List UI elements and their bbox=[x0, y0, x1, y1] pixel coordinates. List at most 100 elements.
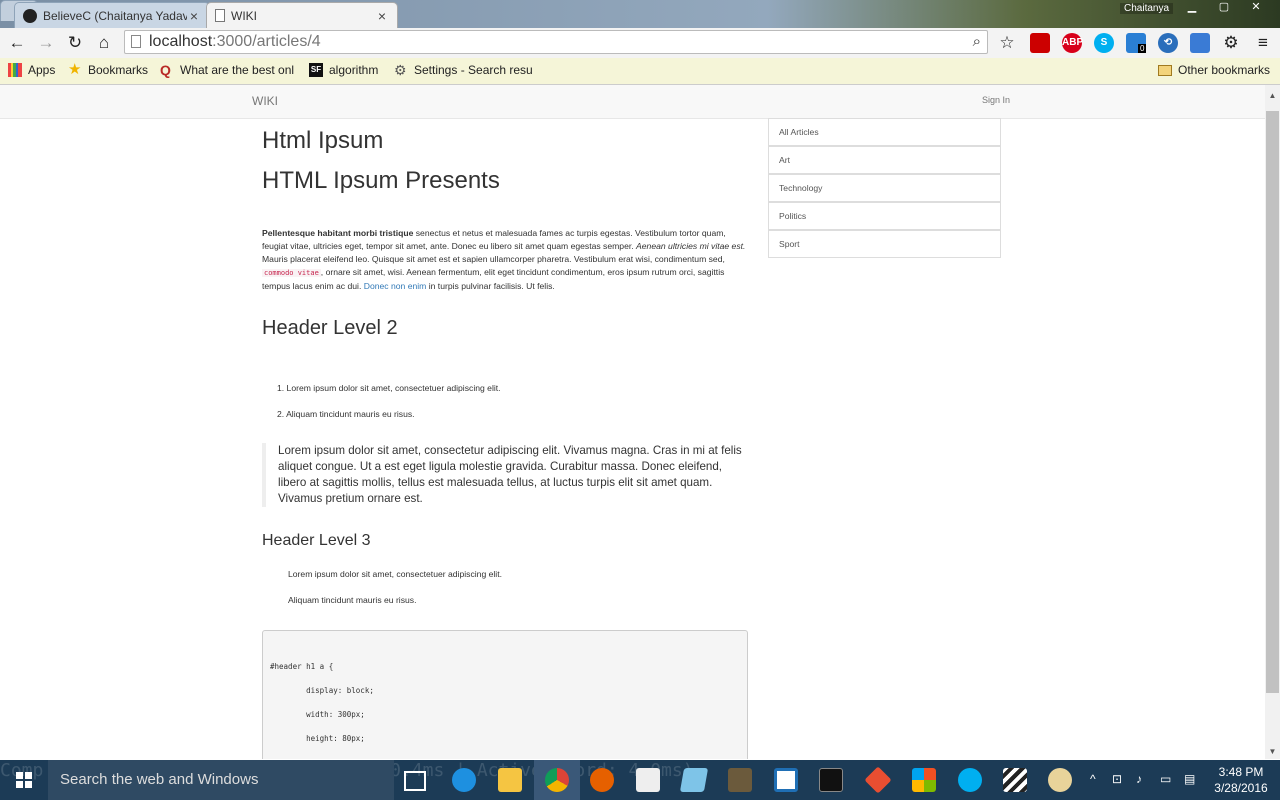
app-icon[interactable] bbox=[774, 768, 798, 792]
sidebar-item-all-articles[interactable]: All Articles bbox=[768, 118, 1001, 146]
video-icon[interactable] bbox=[1003, 768, 1027, 792]
menu-icon[interactable]: ≡ bbox=[1252, 32, 1274, 54]
bookmark-bookmarks[interactable]: ★ Bookmarks bbox=[68, 61, 149, 78]
text: in turpis pulvinar facilisis. Ut felis. bbox=[426, 281, 555, 291]
network-icon[interactable]: ⊡ bbox=[1112, 772, 1122, 786]
italic-text: Aenean ultricies mi vitae est. bbox=[636, 241, 746, 251]
clock-time: 3:48 PM bbox=[1218, 765, 1264, 779]
code-line: width: 300px; bbox=[270, 710, 365, 719]
tab-wiki[interactable]: WIKI × bbox=[206, 2, 398, 28]
other-bookmarks[interactable]: Other bookmarks bbox=[1158, 63, 1270, 77]
inline-link[interactable]: Donec non enim bbox=[364, 281, 427, 291]
extension-icon[interactable] bbox=[1030, 33, 1050, 53]
list-item: Aliquam tincidunt mauris eu risus. bbox=[288, 595, 417, 605]
windows-icon bbox=[16, 772, 32, 788]
folder-icon bbox=[1158, 64, 1172, 76]
address-bar[interactable]: localhost:3000/articles/4 ⌕ bbox=[124, 30, 988, 54]
volume-icon[interactable]: ♪ bbox=[1136, 772, 1142, 786]
skype-icon[interactable] bbox=[958, 768, 982, 792]
tab-title: WIKI bbox=[231, 8, 257, 23]
header-level-3: Header Level 3 bbox=[262, 532, 371, 549]
site-brand-link[interactable]: WIKI bbox=[252, 94, 278, 108]
office-icon[interactable] bbox=[912, 768, 936, 792]
code-line: display: block; bbox=[270, 686, 374, 695]
sidebar-item-technology[interactable]: Technology bbox=[768, 174, 1001, 202]
bookmark-label: What are the best onl bbox=[180, 63, 295, 77]
github-icon bbox=[23, 8, 37, 23]
reload-icon[interactable]: ↻ bbox=[64, 32, 86, 54]
battery-icon[interactable]: ▭ bbox=[1160, 772, 1171, 786]
chevron-up-icon[interactable]: ^ bbox=[1090, 772, 1096, 786]
list-item: 1. Lorem ipsum dolor sit amet, consectet… bbox=[277, 383, 501, 393]
scrollbar-thumb[interactable] bbox=[1266, 111, 1279, 693]
star-icon: ★ bbox=[68, 61, 82, 78]
sign-in-link[interactable]: Sign In bbox=[982, 95, 1010, 105]
zoom-icon[interactable]: ⌕ bbox=[973, 31, 981, 53]
close-icon[interactable]: × bbox=[375, 8, 389, 24]
bookmark-quora[interactable]: Q What are the best onl bbox=[160, 63, 300, 77]
text: Mauris placerat eleifend leo. Quisque si… bbox=[262, 254, 725, 264]
scroll-up-icon[interactable]: ▲ bbox=[1265, 88, 1280, 103]
sidebar-item-politics[interactable]: Politics bbox=[768, 202, 1001, 230]
article-paragraph: Pellentesque habitant morbi tristique se… bbox=[262, 227, 748, 293]
app-icon[interactable] bbox=[679, 768, 709, 792]
blockquote: Lorem ipsum dolor sit amet, consectetur … bbox=[262, 443, 748, 507]
apps-icon bbox=[8, 63, 22, 77]
taskbar-clock[interactable]: 3:48 PM 3/28/2016 bbox=[1206, 764, 1276, 796]
tab-title: BelieveC (Chaitanya Yadav bbox=[43, 8, 187, 23]
bookmarks-bar: Apps ★ Bookmarks Q What are the best onl… bbox=[0, 58, 1280, 85]
sidebar-item-art[interactable]: Art bbox=[768, 146, 1001, 174]
history-icon[interactable]: ⟲ bbox=[1158, 33, 1178, 53]
clock-date: 3/28/2016 bbox=[1214, 781, 1268, 795]
bookmark-label: algorithm bbox=[329, 63, 379, 77]
maximize-icon[interactable]: ▢ bbox=[1212, 0, 1236, 13]
code-line: height: 80px; bbox=[270, 734, 365, 743]
edge-icon[interactable] bbox=[452, 768, 476, 792]
code-line: #header h1 a { bbox=[270, 662, 334, 671]
bookmark-label: Bookmarks bbox=[88, 63, 149, 77]
camera-icon[interactable] bbox=[636, 768, 660, 792]
inline-code: commodo vitae bbox=[262, 269, 321, 277]
adblock-icon[interactable]: ABP bbox=[1062, 33, 1083, 53]
star-icon[interactable]: ☆ bbox=[996, 32, 1018, 54]
skype-icon[interactable]: S bbox=[1094, 33, 1114, 53]
task-view-icon[interactable] bbox=[404, 771, 426, 791]
close-icon[interactable]: × bbox=[187, 8, 201, 24]
terminal-icon[interactable] bbox=[819, 768, 843, 792]
paint-icon[interactable] bbox=[1048, 768, 1072, 792]
notifications-icon[interactable]: ▤ bbox=[1184, 772, 1195, 786]
gear-icon[interactable]: ⚙ bbox=[1220, 32, 1242, 54]
profile-name[interactable]: Chaitanya bbox=[1120, 3, 1174, 14]
list-item: 2. Aliquam tincidunt mauris eu risus. bbox=[277, 409, 415, 419]
site-navbar: WIKI Sign In bbox=[0, 85, 1265, 119]
quora-icon: Q bbox=[160, 62, 171, 78]
bold-text: Pellentesque habitant morbi tristique bbox=[262, 228, 414, 238]
bookmark-algorithm[interactable]: SF algorithm bbox=[309, 63, 378, 77]
chrome-icon[interactable] bbox=[545, 768, 569, 792]
bookmark-label: Apps bbox=[28, 63, 56, 77]
bookmark-settings[interactable]: ⚙ Settings - Search resu bbox=[394, 63, 534, 77]
sublime-icon[interactable] bbox=[728, 768, 752, 792]
list-item: Lorem ipsum dolor sit amet, consectetuer… bbox=[288, 569, 502, 579]
tab-strip: BelieveC (Chaitanya Yadav × WIKI × Chait… bbox=[0, 0, 1280, 28]
home-icon[interactable]: ⌂ bbox=[93, 32, 115, 54]
web-page: WIKI Sign In Html Ipsum HTML Ipsum Prese… bbox=[0, 85, 1265, 759]
url-path: :3000/articles/4 bbox=[212, 33, 321, 50]
extension-icon[interactable] bbox=[1190, 33, 1210, 53]
firefox-icon[interactable] bbox=[590, 768, 614, 792]
page-icon bbox=[131, 35, 141, 48]
back-icon[interactable]: ← bbox=[6, 32, 28, 54]
url-host: localhost bbox=[149, 33, 213, 50]
bookmark-apps[interactable]: Apps bbox=[8, 63, 55, 77]
forward-icon[interactable]: → bbox=[35, 32, 57, 54]
sidebar-item-sport[interactable]: Sport bbox=[768, 230, 1001, 258]
scroll-down-icon[interactable]: ▼ bbox=[1265, 744, 1280, 759]
close-window-icon[interactable]: ✕ bbox=[1244, 0, 1268, 13]
bookmark-label: Other bookmarks bbox=[1178, 63, 1271, 77]
tab-github[interactable]: BelieveC (Chaitanya Yadav × bbox=[14, 2, 210, 28]
browser-toolbar: ← → ↻ ⌂ localhost:3000/articles/4 ⌕ ☆ AB… bbox=[0, 28, 1280, 59]
file-explorer-icon[interactable] bbox=[498, 768, 522, 792]
start-button[interactable] bbox=[0, 760, 48, 800]
minimize-icon[interactable]: ▁ bbox=[1180, 0, 1204, 13]
taskbar-search[interactable]: Search the web and Windows bbox=[48, 760, 394, 800]
